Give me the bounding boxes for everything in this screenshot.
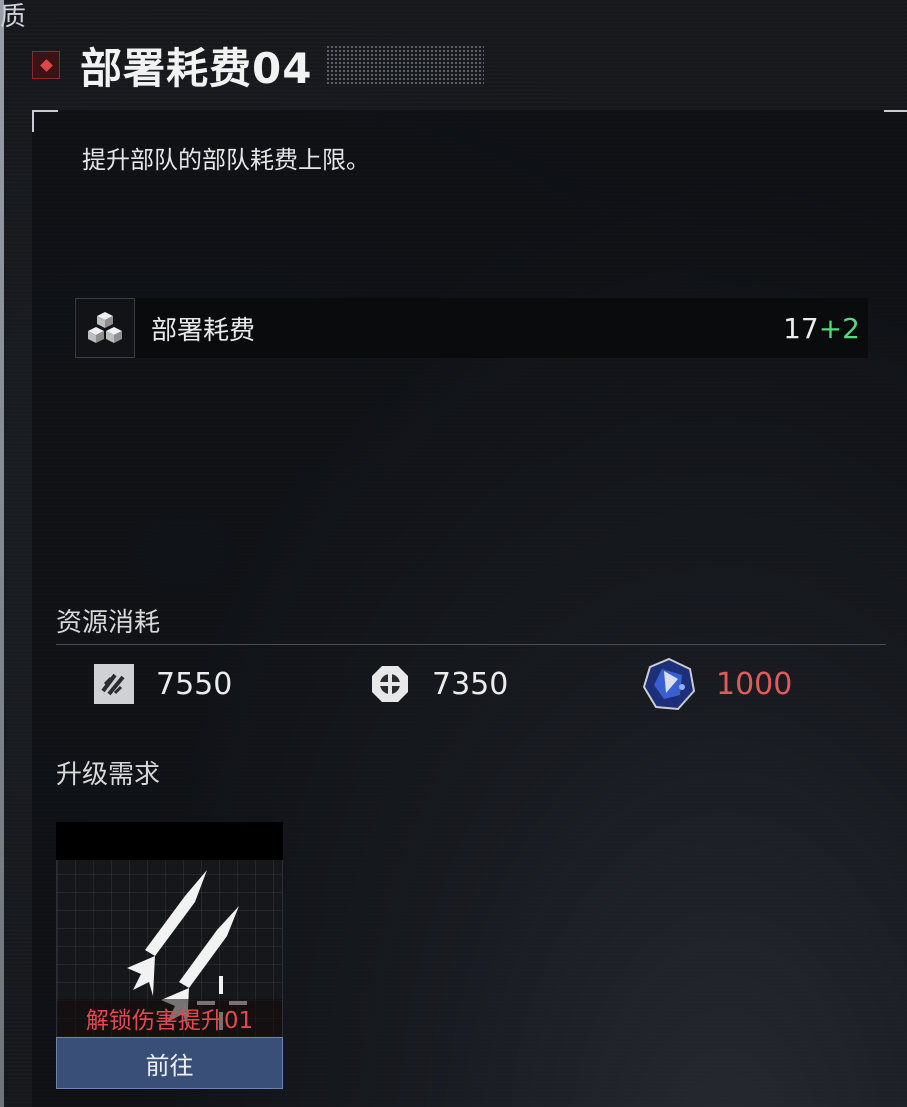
stat-base-value: 17 xyxy=(783,311,819,345)
cut-off-label: 质 xyxy=(0,2,27,32)
resource-value-crystal: 1000 xyxy=(716,666,793,702)
resource-item-alloy: 7550 xyxy=(92,656,232,712)
resource-value-token: 7350 xyxy=(432,666,509,702)
title-row: 部署耗费04 xyxy=(32,40,485,93)
stat-label: 部署耗费 xyxy=(151,315,256,346)
resource-item-crystal: 1000 xyxy=(642,656,792,712)
left-edge-rail xyxy=(0,0,4,1107)
diamond-marker-icon xyxy=(32,51,60,79)
panel-corner-top-left xyxy=(32,110,58,132)
title-dot-pattern xyxy=(326,45,485,85)
requirements-section-label: 升级需求 xyxy=(56,760,161,790)
page-title: 部署耗费04 xyxy=(80,43,313,93)
section-divider xyxy=(56,644,886,645)
stat-bonus-value: +2 xyxy=(818,311,860,345)
requirement-card[interactable]: 解锁伤害提升01 前往 xyxy=(56,822,283,1092)
stat-value: 17+2 xyxy=(783,312,860,345)
requirement-card-header xyxy=(56,822,283,860)
resource-value-alloy: 7550 xyxy=(156,666,233,702)
description-text: 提升部队的部队耗费上限。 xyxy=(82,146,370,174)
requirement-card-image: 解锁伤害提升01 xyxy=(56,860,283,1037)
cubes-icon xyxy=(75,298,135,358)
requirement-name: 解锁伤害提升01 xyxy=(57,999,282,1037)
go-button[interactable]: 前往 xyxy=(56,1037,283,1089)
gear-token-icon xyxy=(368,662,412,706)
alloy-icon xyxy=(92,662,136,706)
crystal-icon xyxy=(642,657,696,711)
panel-corner-top-right xyxy=(884,110,907,112)
resources-section-label: 资源消耗 xyxy=(56,608,161,638)
stat-row: 部署耗费 17+2 xyxy=(74,298,868,358)
resource-item-token: 7350 xyxy=(368,656,508,712)
